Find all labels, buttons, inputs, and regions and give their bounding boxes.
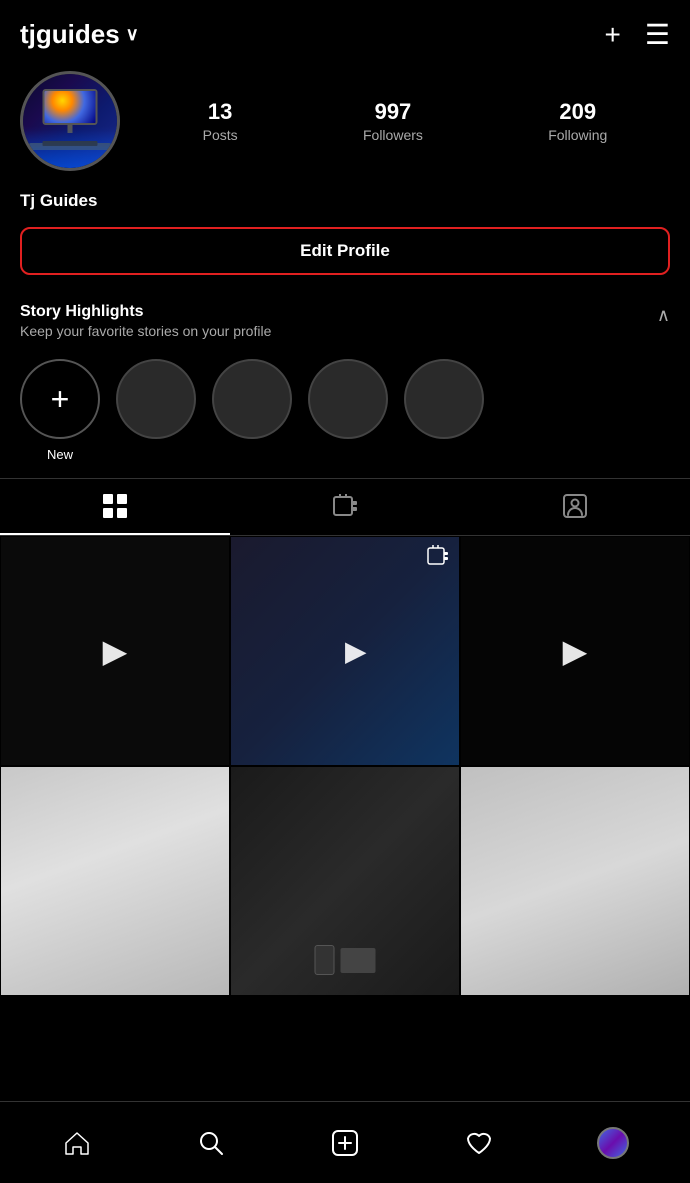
tagged-icon bbox=[562, 493, 588, 519]
grid-item-2[interactable]: ▶ bbox=[230, 536, 460, 766]
menu-icon[interactable]: ☰ bbox=[645, 18, 670, 51]
nav-heart[interactable] bbox=[449, 1118, 509, 1168]
new-highlight-circle[interactable]: + bbox=[20, 359, 100, 439]
following-label: Following bbox=[548, 127, 607, 143]
stat-posts[interactable]: 13 Posts bbox=[203, 99, 238, 143]
username-dropdown[interactable]: tjguides ∨ bbox=[20, 19, 139, 50]
highlights-row: + New bbox=[0, 343, 690, 478]
grid-item-4[interactable] bbox=[0, 766, 230, 996]
grid-item-1[interactable]: ▶ bbox=[0, 536, 230, 766]
highlight-item-2[interactable] bbox=[212, 359, 292, 439]
posts-count: 13 bbox=[208, 99, 232, 125]
highlights-header: Story Highlights Keep your favorite stor… bbox=[0, 295, 690, 343]
heart-icon bbox=[465, 1129, 493, 1157]
highlights-title-group: Story Highlights Keep your favorite stor… bbox=[20, 303, 271, 339]
profile-section: 13 Posts 997 Followers 209 Following bbox=[0, 61, 690, 187]
nav-search[interactable] bbox=[181, 1118, 241, 1168]
following-count: 209 bbox=[559, 99, 596, 125]
play-icon-1: ▶ bbox=[103, 632, 128, 670]
grid-icon bbox=[102, 493, 128, 519]
bottom-nav bbox=[0, 1101, 690, 1183]
nav-profile[interactable] bbox=[583, 1118, 643, 1168]
tab-igtv[interactable] bbox=[230, 479, 460, 535]
stat-followers[interactable]: 997 Followers bbox=[363, 99, 423, 143]
grid-item-3[interactable]: ▶ bbox=[460, 536, 690, 766]
grid-item-5[interactable] bbox=[230, 766, 460, 996]
highlights-title: Story Highlights bbox=[20, 303, 271, 321]
stats-row: 13 Posts 997 Followers 209 Following bbox=[140, 99, 670, 143]
nav-home[interactable] bbox=[47, 1118, 107, 1168]
followers-count: 997 bbox=[375, 99, 412, 125]
nav-add[interactable] bbox=[315, 1118, 375, 1168]
tab-grid[interactable] bbox=[0, 479, 230, 535]
avatar[interactable] bbox=[20, 71, 120, 171]
add-icon bbox=[331, 1129, 359, 1157]
posts-label: Posts bbox=[203, 127, 238, 143]
play-icon-3: ▶ bbox=[563, 632, 588, 670]
content-tabs bbox=[0, 478, 690, 536]
stat-following[interactable]: 209 Following bbox=[548, 99, 607, 143]
highlight-item-3[interactable] bbox=[308, 359, 388, 439]
play-icon-2: ▶ bbox=[345, 635, 445, 668]
highlight-circle-1[interactable] bbox=[116, 359, 196, 439]
igtv-icon bbox=[332, 493, 358, 519]
username-text: tjguides bbox=[20, 19, 120, 50]
header-actions: + ☰ bbox=[605, 18, 670, 51]
home-icon bbox=[63, 1129, 91, 1157]
new-highlight-label: New bbox=[47, 447, 73, 462]
highlights-subtitle: Keep your favorite stories on your profi… bbox=[20, 323, 271, 339]
collapse-icon[interactable]: ∧ bbox=[657, 305, 670, 326]
new-post-icon[interactable]: + bbox=[605, 19, 621, 51]
highlight-new[interactable]: + New bbox=[20, 359, 100, 462]
highlight-circle-2[interactable] bbox=[212, 359, 292, 439]
edit-profile-button[interactable]: Edit Profile bbox=[20, 227, 670, 275]
highlight-circle-3[interactable] bbox=[308, 359, 388, 439]
followers-label: Followers bbox=[363, 127, 423, 143]
profile-avatar-nav bbox=[597, 1127, 629, 1159]
chevron-down-icon: ∨ bbox=[126, 24, 139, 45]
highlight-item-1[interactable] bbox=[116, 359, 196, 439]
search-icon bbox=[197, 1129, 225, 1157]
plus-icon: + bbox=[51, 381, 70, 418]
header: tjguides ∨ + ☰ bbox=[0, 0, 690, 61]
igtv-badge-icon bbox=[427, 545, 451, 575]
posts-grid: ▶ ▶ ▶ bbox=[0, 536, 690, 996]
highlight-item-4[interactable] bbox=[404, 359, 484, 439]
grid-item-6[interactable] bbox=[460, 766, 690, 996]
tab-tagged[interactable] bbox=[460, 479, 690, 535]
display-name: Tj Guides bbox=[0, 187, 690, 227]
highlight-circle-4[interactable] bbox=[404, 359, 484, 439]
